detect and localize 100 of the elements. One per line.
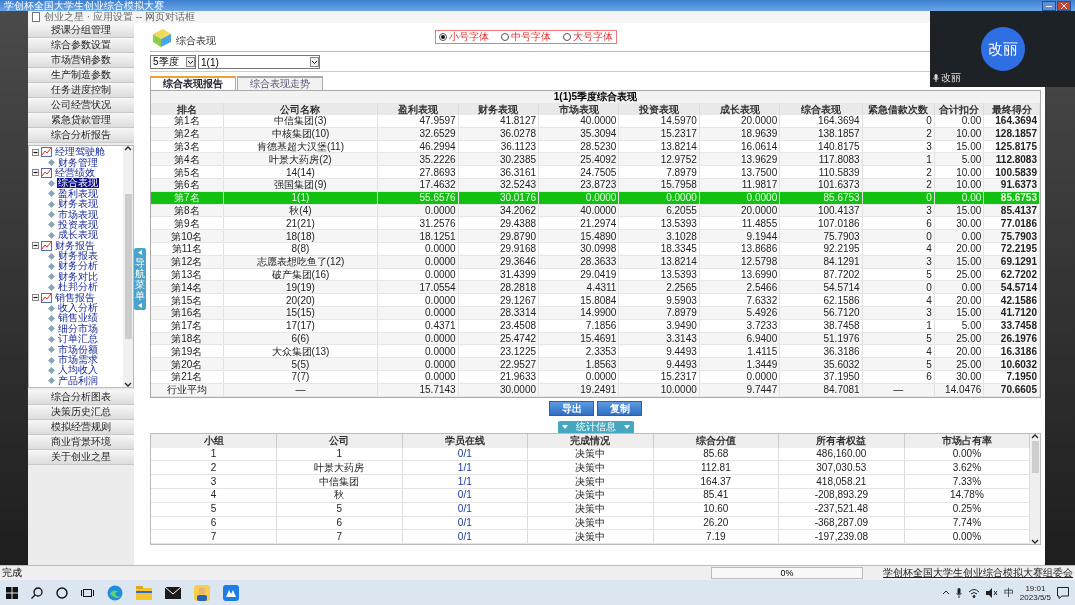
table-cell: 2.5466	[699, 280, 780, 294]
mail-icon[interactable]	[165, 586, 181, 599]
copy-button[interactable]: 复制	[597, 400, 642, 416]
tab[interactable]: 综合表现走势	[237, 76, 323, 90]
tree-item[interactable]: 盈利表现	[57, 188, 99, 199]
table-cell: 40.0000	[538, 115, 619, 128]
tree-item[interactable]: 产品利润	[57, 375, 99, 386]
close-button[interactable]	[1057, 0, 1071, 11]
collapse-toggle-icon[interactable]	[32, 169, 39, 177]
folder-icon[interactable]	[136, 585, 152, 600]
table-row[interactable]: 第1名 中信集团(3) 47.9597 41.8127 40.0000 14.5970 20.0000 164.3694 0 0.00 164.3694	[151, 115, 1040, 128]
circle-icon[interactable]	[56, 586, 68, 599]
table-cell: 6	[151, 516, 277, 530]
tree-item[interactable]: 财务分析	[57, 261, 99, 272]
column-header: 成长表现	[699, 103, 780, 115]
tree-item[interactable]: 收入分析	[57, 303, 99, 314]
table-cell: 23.4508	[458, 319, 539, 333]
tree-item[interactable]: 综合表现	[57, 178, 99, 189]
tree-item[interactable]: 投资表现	[57, 219, 99, 230]
menu-item[interactable]: 公司经营状况	[28, 98, 134, 113]
tree-item[interactable]: 财务管理	[57, 157, 99, 168]
table-cell: 0.00%	[904, 447, 1030, 461]
tree-item[interactable]: 经营绩效	[54, 167, 96, 178]
tree-item[interactable]: 细分市场	[57, 323, 99, 334]
tree-item[interactable]: 财务表现	[57, 199, 99, 210]
tab[interactable]: 综合表现报告	[150, 76, 236, 90]
menu-item[interactable]: 综合参数设置	[28, 38, 134, 53]
table-cell: 29.0419	[538, 268, 619, 281]
tree-item[interactable]: 财务对比	[57, 271, 99, 282]
chevron-up-icon[interactable]	[941, 590, 950, 595]
table-cell: 第17名	[151, 319, 224, 333]
browser-icon[interactable]	[107, 584, 123, 601]
minimize-button[interactable]	[1042, 0, 1056, 11]
table-cell: 30.00	[934, 370, 984, 384]
menu-item[interactable]: 紧急贷款管理	[28, 113, 134, 128]
speaker-icon[interactable]	[985, 587, 998, 598]
tree-item[interactable]: 财务报告	[54, 240, 96, 251]
tree-item[interactable]: 订单汇总	[57, 334, 99, 345]
table-cell: 28.3314	[458, 306, 539, 320]
table-cell: 164.3694	[983, 115, 1040, 128]
menu-item[interactable]: 任务进度控制	[28, 83, 134, 98]
table-cell: 4.4311	[538, 280, 619, 294]
table-cell: 中信集团	[276, 474, 403, 489]
table-cell: —	[862, 383, 935, 397]
chart-icon	[41, 292, 52, 303]
collapse-toggle-icon[interactable]	[32, 148, 39, 156]
organizer-link[interactable]: 学创杯全国大学生创业综合模拟大赛组委会	[883, 566, 1073, 580]
wifi-icon[interactable]	[967, 587, 980, 598]
table-cell: 17.0554	[377, 280, 459, 294]
input-method-indicator[interactable]: 中	[1003, 585, 1014, 600]
menu-item[interactable]: 授课分组管理	[28, 23, 134, 38]
menu-item[interactable]: 市场营销参数	[28, 53, 134, 68]
export-button[interactable]: 导出	[549, 400, 594, 416]
tree-item[interactable]: 市场表现	[57, 209, 99, 220]
tree-item[interactable]: 市场需求	[57, 355, 99, 365]
caret-icon	[310, 57, 319, 67]
windows-icon[interactable]	[6, 586, 18, 599]
table-cell: 秋(4)	[223, 204, 378, 217]
scrollbar[interactable]	[1030, 433, 1040, 545]
tree-item[interactable]: 市场份额	[57, 344, 99, 355]
tree-item[interactable]: 销售报告	[54, 292, 96, 303]
font-size-radio[interactable]: 小号字体	[439, 31, 489, 43]
menu-item[interactable]: 综合分析图表	[28, 390, 134, 405]
table-cell: 1	[862, 152, 935, 166]
scrollbar-thumb[interactable]	[1031, 440, 1039, 473]
table-cell: 13.5393	[618, 268, 700, 281]
table-cell: 107.0186	[779, 216, 863, 230]
tree-item[interactable]: 杜邦分析	[57, 282, 99, 293]
app-icon[interactable]	[223, 584, 239, 601]
scrollbar-thumb[interactable]	[124, 194, 132, 339]
menu-item[interactable]: 综合分析报告	[28, 128, 134, 143]
tree-item[interactable]: 销售业绩	[57, 313, 99, 324]
menu-item[interactable]: 生产制造参数	[28, 68, 134, 83]
person-icon[interactable]	[194, 584, 210, 601]
table-cell: 秋	[276, 488, 403, 503]
table-cell: 34.2062	[458, 204, 539, 217]
tree-item[interactable]: 财务报表	[57, 251, 99, 262]
company-select[interactable]: 1(1)	[198, 55, 320, 69]
table-cell: 84.7081	[779, 383, 863, 397]
task-view-icon[interactable]	[81, 586, 94, 599]
search-icon[interactable]	[31, 586, 43, 599]
collapse-toggle-icon[interactable]	[32, 294, 39, 302]
chart-icon	[41, 167, 52, 178]
font-size-radio[interactable]: 中号字体	[501, 31, 551, 43]
collapse-toggle-icon[interactable]	[32, 242, 39, 250]
clock[interactable]: 19:01 2023/5/5	[1019, 583, 1051, 602]
table-cell: 0/1	[402, 447, 528, 461]
microphone-icon[interactable]	[955, 587, 962, 598]
notification-icon[interactable]	[1057, 586, 1069, 599]
table-cell: 7.33%	[904, 474, 1030, 489]
table-cell: 21(21)	[223, 216, 378, 230]
table-cell: 7.8979	[618, 165, 700, 179]
scrollbar[interactable]	[123, 146, 133, 387]
tree-item[interactable]: 经理驾驶舱	[54, 147, 106, 158]
column-header: 学员在线	[402, 433, 528, 448]
table-cell: 6(6)	[223, 332, 378, 345]
font-size-radio[interactable]: 大号字体	[563, 31, 613, 43]
tree-item[interactable]: 人均收入	[57, 365, 99, 376]
quarter-select[interactable]: 5季度	[150, 55, 196, 69]
tree-item[interactable]: 成长表现	[57, 230, 99, 241]
